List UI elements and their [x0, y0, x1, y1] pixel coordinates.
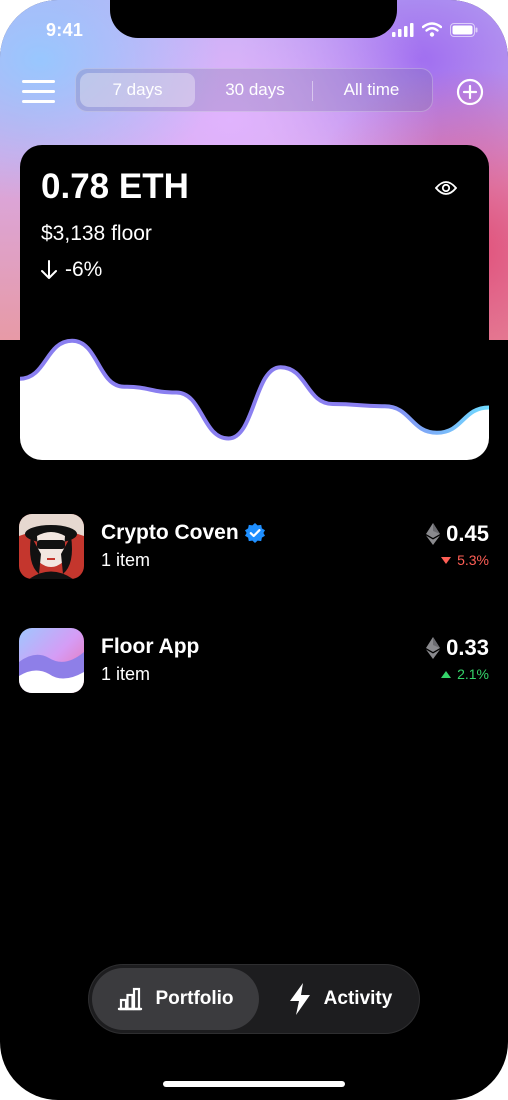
- collection-name: Floor App: [101, 635, 199, 659]
- cellular-signal-icon: [392, 22, 414, 37]
- segment-all-time[interactable]: All time: [314, 73, 429, 107]
- portfolio-summary-card: 0.78 ETH $3,138 floor -6%: [20, 145, 489, 460]
- floor-value: $3,138 floor: [41, 222, 152, 245]
- collection-price: 0.33: [426, 635, 489, 661]
- top-bar: 7 days 30 days All time: [0, 68, 508, 114]
- verified-badge-icon: [244, 523, 265, 543]
- home-indicator: [163, 1081, 345, 1087]
- status-icons: [392, 22, 478, 37]
- tab-activity[interactable]: Activity: [264, 968, 416, 1030]
- portfolio-change: -6%: [41, 258, 102, 282]
- portfolio-chart: [20, 338, 489, 460]
- collection-price-value: 0.33: [446, 635, 489, 660]
- bottom-tab-bar: Portfolio Activity: [88, 964, 420, 1034]
- plus-circle-icon[interactable]: [456, 78, 484, 106]
- tab-activity-label: Activity: [323, 988, 393, 1009]
- tab-portfolio[interactable]: Portfolio: [92, 968, 259, 1030]
- lightning-icon: [289, 983, 310, 1015]
- crypto-coven-avatar: [19, 514, 84, 579]
- status-time: 9:41: [46, 20, 84, 40]
- collection-change-value: 5.3%: [457, 552, 489, 568]
- battery-icon: [450, 22, 478, 37]
- eye-icon[interactable]: [435, 180, 457, 196]
- wifi-icon: [422, 22, 442, 37]
- collection-price: 0.45: [426, 521, 489, 547]
- time-range-selector: 7 days 30 days All time: [75, 68, 433, 112]
- tab-portfolio-label: Portfolio: [155, 988, 234, 1009]
- collection-change: 5.3%: [441, 552, 489, 568]
- ethereum-icon: [426, 637, 441, 659]
- phone-screen: 9:41 7 days 30 days All time 0.78 ETH $3…: [0, 0, 508, 1100]
- collection-change: 2.1%: [441, 666, 489, 682]
- portfolio-balance: 0.78 ETH: [41, 167, 189, 206]
- collection-price-value: 0.45: [446, 521, 489, 546]
- segment-7-days[interactable]: 7 days: [80, 73, 195, 107]
- floor-app-avatar: [19, 628, 84, 693]
- list-item-crypto-coven[interactable]: Crypto Coven 1 item 0.45 5.3%: [19, 514, 489, 580]
- collection-name-text: Crypto Coven: [101, 521, 239, 544]
- collection-name-text: Floor App: [101, 635, 200, 658]
- list-item-floor-app[interactable]: Floor App 1 item 0.33 2.1%: [19, 628, 489, 694]
- triangle-up-icon: [441, 670, 452, 678]
- segment-30-days[interactable]: 30 days: [199, 73, 311, 107]
- collection-name: Crypto Coven: [101, 521, 265, 545]
- ethereum-icon: [426, 523, 441, 545]
- arrow-down-icon: [41, 260, 57, 279]
- hamburger-menu-icon[interactable]: [22, 80, 56, 104]
- portfolio-change-value: -6%: [65, 258, 103, 281]
- triangle-down-icon: [441, 556, 452, 564]
- notch: [110, 0, 397, 38]
- collection-change-value: 2.1%: [457, 666, 489, 682]
- collection-item-count: 1 item: [101, 550, 151, 570]
- segment-divider: [312, 81, 313, 101]
- bar-chart-icon: [118, 987, 143, 1011]
- collection-item-count: 1 item: [101, 664, 151, 684]
